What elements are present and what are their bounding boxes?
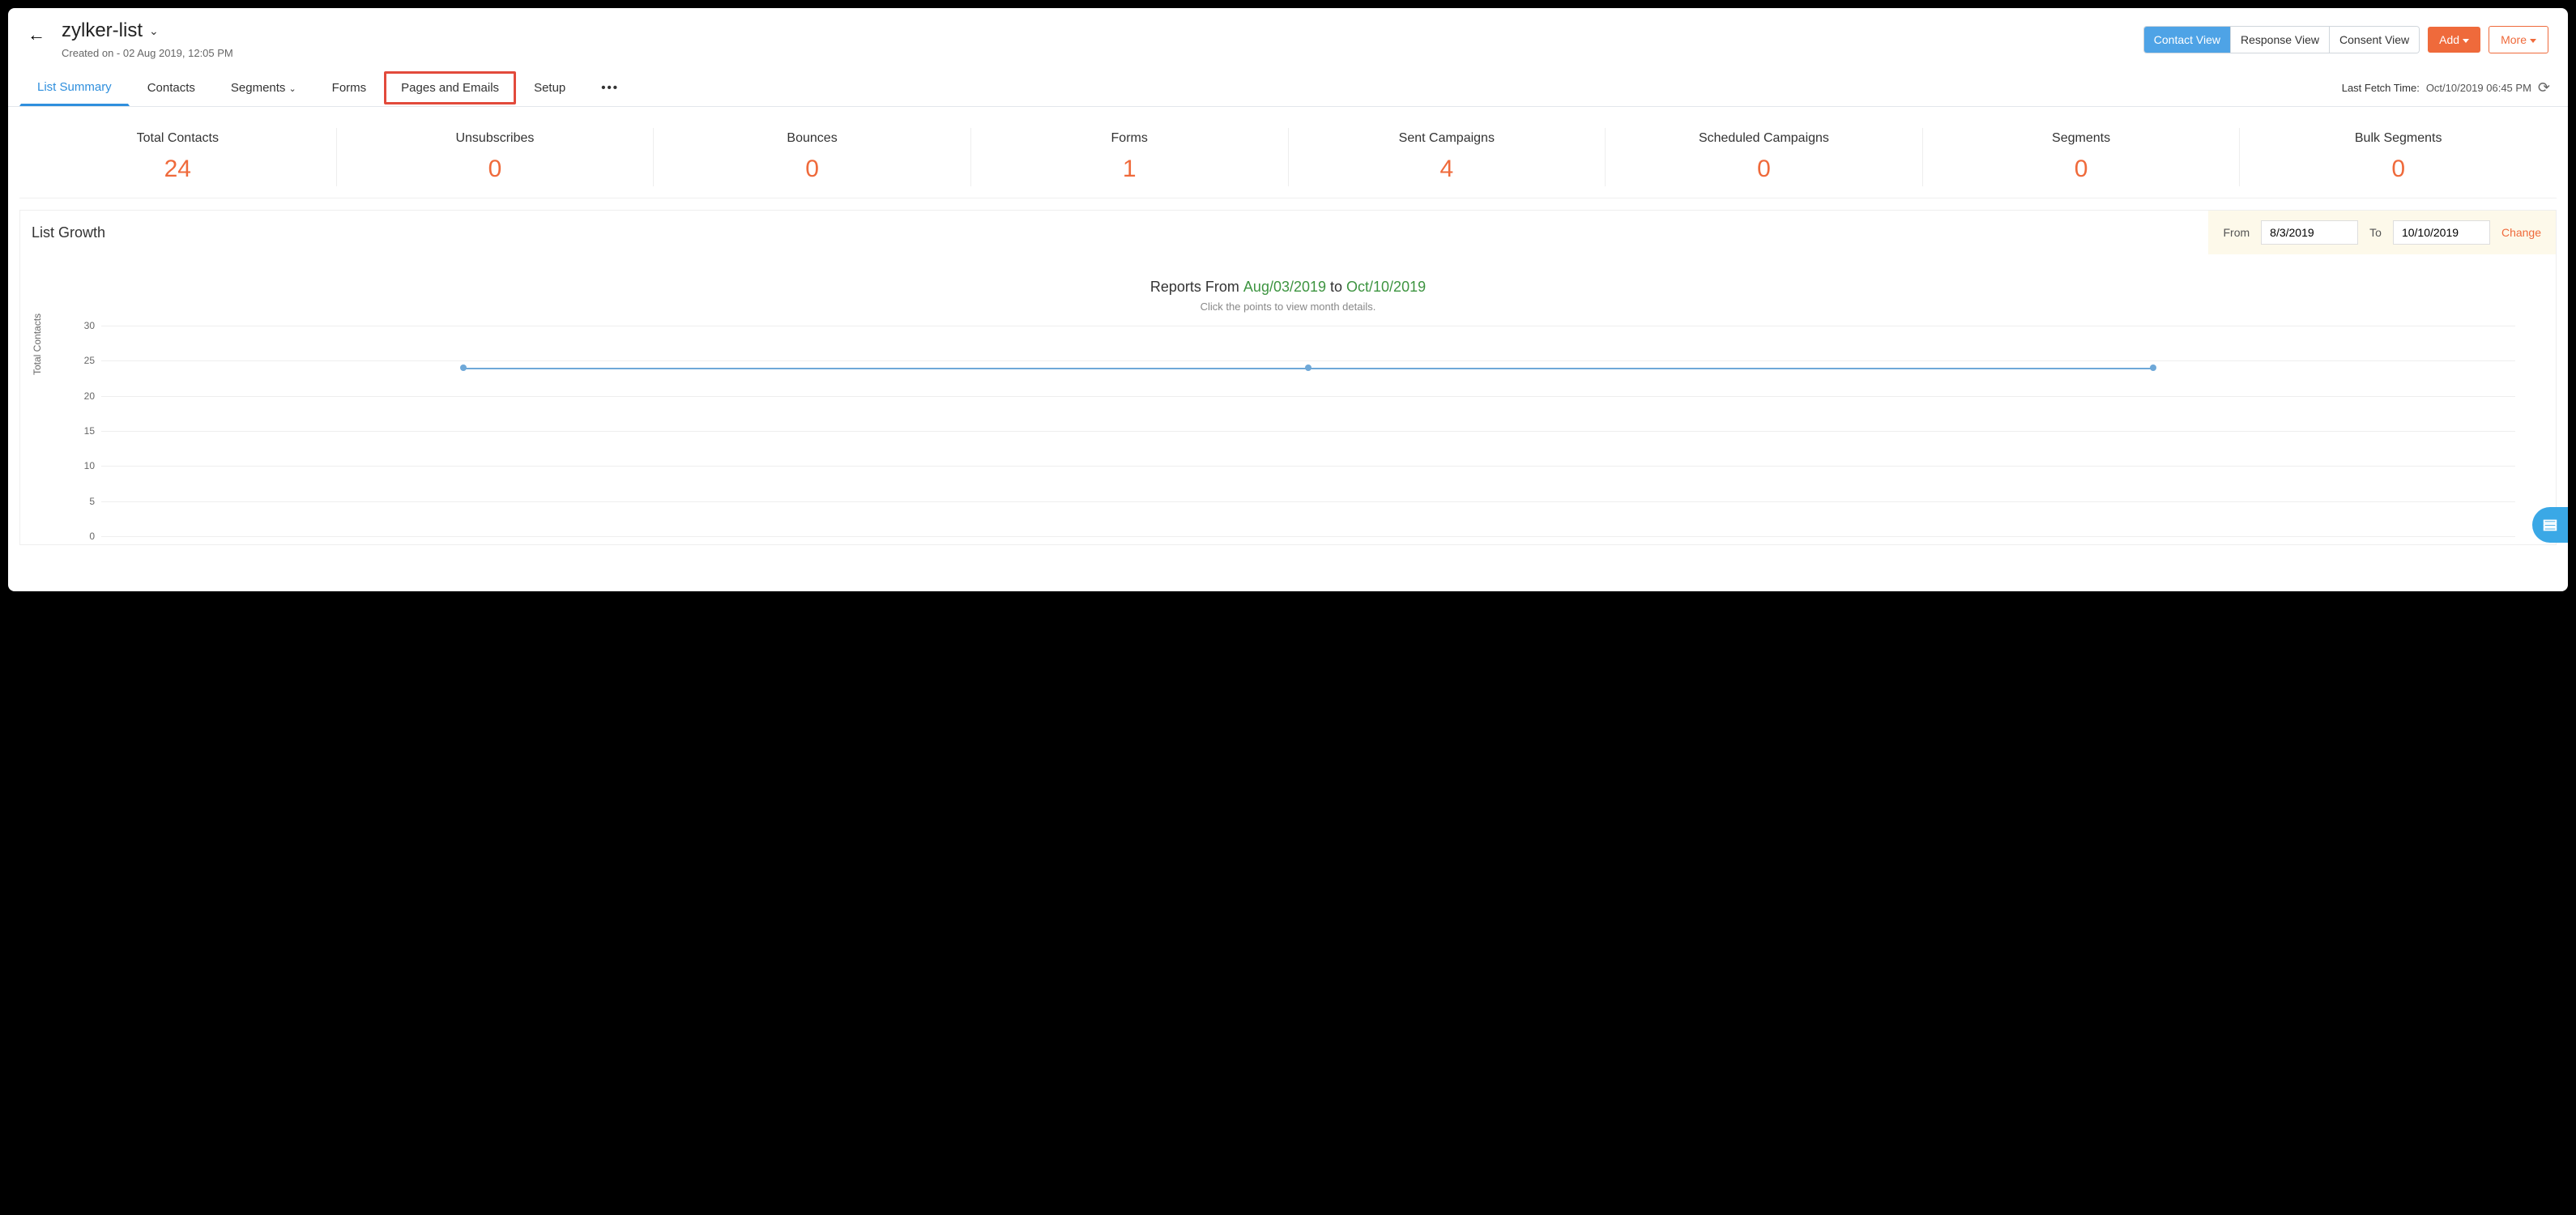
chart-title-mid: to bbox=[1326, 279, 1346, 295]
chart-data-point[interactable] bbox=[1305, 364, 1311, 371]
stat-label: Segments bbox=[1923, 131, 2240, 146]
stat-scheduled-campaigns[interactable]: Scheduled Campaigns 0 bbox=[1606, 128, 1923, 186]
stat-forms[interactable]: Forms 1 bbox=[971, 128, 1289, 186]
stat-unsubscribes[interactable]: Unsubscribes 0 bbox=[337, 128, 655, 186]
chart-subtitle: Click the points to view month details. bbox=[28, 301, 2548, 313]
chart-gridline bbox=[101, 360, 2515, 361]
stat-label: Bulk Segments bbox=[2240, 131, 2557, 146]
from-date-input[interactable] bbox=[2261, 220, 2358, 245]
last-fetch-label: Last Fetch Time: bbox=[2342, 82, 2420, 94]
page-title: zylker-list bbox=[62, 19, 143, 42]
chart-title-to: Oct/10/2019 bbox=[1346, 279, 1426, 295]
stats-row: Total Contacts 24 Unsubscribes 0 Bounces… bbox=[19, 117, 2557, 198]
consent-view-button[interactable]: Consent View bbox=[2329, 27, 2419, 53]
refresh-icon[interactable]: ⟳ bbox=[2538, 79, 2550, 96]
view-toggle-group: Contact View Response View Consent View bbox=[2143, 26, 2420, 53]
help-fab-icon[interactable] bbox=[2532, 507, 2568, 543]
change-link[interactable]: Change bbox=[2501, 226, 2541, 239]
chart-ytick: 25 bbox=[84, 355, 95, 366]
tab-segments[interactable]: Segments⌄ bbox=[213, 70, 314, 106]
chart-data-point[interactable] bbox=[2150, 364, 2156, 371]
stat-value: 4 bbox=[1289, 156, 1606, 183]
add-button-label: Add bbox=[2439, 33, 2459, 46]
chart-ytick: 20 bbox=[84, 390, 95, 402]
stat-bounces[interactable]: Bounces 0 bbox=[654, 128, 971, 186]
stat-value: 0 bbox=[337, 156, 654, 183]
stat-label: Bounces bbox=[654, 131, 970, 146]
chart-title: Reports From Aug/03/2019 to Oct/10/2019 bbox=[28, 279, 2548, 296]
tab-more-menu[interactable]: ••• bbox=[583, 70, 637, 106]
tab-segments-label: Segments bbox=[231, 81, 286, 95]
stat-label: Unsubscribes bbox=[337, 131, 654, 146]
chart-data-point[interactable] bbox=[460, 364, 467, 371]
back-arrow-icon[interactable]: ← bbox=[28, 24, 45, 45]
stat-sent-campaigns[interactable]: Sent Campaigns 4 bbox=[1289, 128, 1606, 186]
chevron-down-icon: ⌄ bbox=[288, 84, 296, 94]
caret-down-icon bbox=[2530, 39, 2536, 43]
response-view-button[interactable]: Response View bbox=[2230, 27, 2329, 53]
created-on-text: Created on - 02 Aug 2019, 12:05 PM bbox=[62, 47, 233, 59]
more-button[interactable]: More bbox=[2489, 26, 2548, 53]
chart-ytick: 0 bbox=[89, 531, 95, 542]
stat-value: 0 bbox=[1606, 156, 1922, 183]
stat-label: Forms bbox=[971, 131, 1288, 146]
tab-bar: List Summary Contacts Segments⌄ Forms Pa… bbox=[8, 69, 2568, 107]
chart-ytick: 10 bbox=[84, 460, 95, 471]
last-fetch-value: Oct/10/2019 06:45 PM bbox=[2426, 82, 2531, 94]
stat-value: 24 bbox=[19, 156, 336, 183]
chart-gridline bbox=[101, 536, 2515, 537]
chart-gridline bbox=[101, 396, 2515, 397]
chart-gridline bbox=[101, 466, 2515, 467]
stat-value: 0 bbox=[654, 156, 970, 183]
chart-ytick: 15 bbox=[84, 425, 95, 437]
add-button[interactable]: Add bbox=[2428, 27, 2480, 53]
line-chart[interactable]: 051015202530 bbox=[101, 326, 2515, 536]
tab-contacts[interactable]: Contacts bbox=[130, 70, 213, 106]
stat-bulk-segments[interactable]: Bulk Segments 0 bbox=[2240, 128, 2557, 186]
to-date-input[interactable] bbox=[2393, 220, 2490, 245]
chart-title-prefix: Reports From bbox=[1150, 279, 1243, 295]
stat-value: 1 bbox=[971, 156, 1288, 183]
tab-list-summary[interactable]: List Summary bbox=[19, 69, 130, 106]
more-button-label: More bbox=[2501, 33, 2527, 46]
chart-title-from: Aug/03/2019 bbox=[1243, 279, 1326, 295]
chart-ytick: 30 bbox=[84, 320, 95, 331]
chart-gridline bbox=[101, 501, 2515, 502]
tab-setup[interactable]: Setup bbox=[516, 70, 583, 106]
title-chevron-icon[interactable]: ⌄ bbox=[149, 24, 159, 38]
stat-segments[interactable]: Segments 0 bbox=[1923, 128, 2241, 186]
date-range-controls: From To Change bbox=[2208, 211, 2556, 254]
tab-forms[interactable]: Forms bbox=[314, 70, 385, 106]
stat-label: Total Contacts bbox=[19, 131, 336, 146]
chart-area: Reports From Aug/03/2019 to Oct/10/2019 … bbox=[20, 254, 2556, 544]
chart-gridline bbox=[101, 431, 2515, 432]
stat-label: Sent Campaigns bbox=[1289, 131, 1606, 146]
stat-value: 0 bbox=[1923, 156, 2240, 183]
list-growth-title: List Growth bbox=[20, 211, 2208, 254]
stat-value: 0 bbox=[2240, 156, 2557, 183]
from-label: From bbox=[2223, 226, 2250, 239]
stat-label: Scheduled Campaigns bbox=[1606, 131, 1922, 146]
list-growth-panel: List Growth From To Change Reports From … bbox=[19, 210, 2557, 545]
contact-view-button[interactable]: Contact View bbox=[2144, 27, 2230, 53]
caret-down-icon bbox=[2463, 39, 2469, 43]
stat-total-contacts[interactable]: Total Contacts 24 bbox=[19, 128, 337, 186]
tab-pages-and-emails[interactable]: Pages and Emails bbox=[384, 71, 516, 104]
chart-y-axis-label: Total Contacts bbox=[32, 313, 43, 375]
to-label: To bbox=[2369, 226, 2382, 239]
chart-ytick: 5 bbox=[89, 496, 95, 507]
